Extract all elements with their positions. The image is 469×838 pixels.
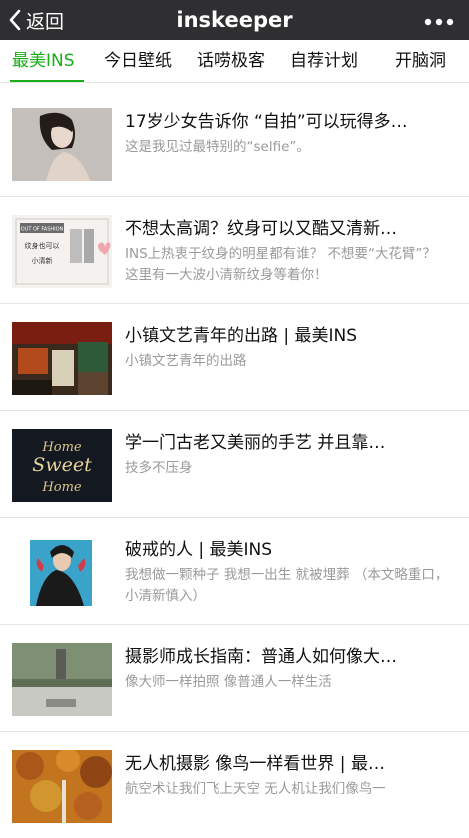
article-desc: 这是我见过最特别的“selfie”。	[125, 139, 310, 155]
article-desc: 像大师一样拍照 像普通人一样生活	[125, 674, 332, 690]
svg-text:Sweet: Sweet	[32, 454, 92, 476]
article-title: 无人机摄影 像鸟一样看世界 | 最…	[125, 754, 385, 774]
back-label: 返回	[26, 10, 65, 33]
tab-zijian-jihua[interactable]: 自荐计划	[290, 40, 358, 82]
article-desc: 我想做一颗种子 我想一出生 就被埋葬 （本文略重口，小清新慎入）	[125, 567, 449, 604]
article-desc: 小镇文艺青年的出路	[125, 353, 247, 369]
svg-text:小清新: 小清新	[32, 256, 53, 265]
article-title: 小镇文艺青年的出路 | 最美INS	[125, 326, 358, 346]
tab-kai-naodong[interactable]: 开脑洞	[395, 40, 446, 82]
back-button[interactable]: 返回	[8, 0, 64, 40]
article-title: 学一门古老又美丽的手艺 并且靠…	[125, 433, 386, 453]
article-desc: 技多不压身	[125, 460, 193, 476]
list-item[interactable]: 小镇文艺青年的出路 | 最美INS 小镇文艺青年的出路	[0, 303, 469, 410]
article-title: 摄影师成长指南：普通人如何像大…	[125, 647, 397, 667]
svg-text:Home: Home	[41, 480, 81, 495]
article-thumbnail: OUT OF FASHION 纹身也可以 小清新	[12, 215, 112, 288]
list-item[interactable]: OUT OF FASHION 纹身也可以 小清新 不想太高调？纹身可以又酷又清新…	[0, 196, 469, 303]
article-thumbnail	[12, 536, 112, 609]
more-dots-icon	[424, 11, 454, 30]
svg-text:OUT OF FASHION: OUT OF FASHION	[21, 227, 64, 233]
article-title: 17岁少女告诉你 “自拍”可以玩得多…	[125, 112, 408, 132]
article-thumbnail	[12, 108, 112, 181]
article-title: 不想太高调？纹身可以又酷又清新…	[125, 219, 397, 239]
active-tab-indicator	[10, 80, 84, 82]
list-item[interactable]: 摄影师成长指南：普通人如何像大… 像大师一样拍照 像普通人一样生活	[0, 624, 469, 731]
list-item[interactable]: 17岁少女告诉你 “自拍”可以玩得多… 这是我见过最特别的“selfie”。	[0, 90, 469, 196]
article-thumbnail	[12, 643, 112, 716]
tab-jinri-bizhi[interactable]: 今日壁纸	[104, 40, 172, 82]
svg-text:纹身也可以: 纹身也可以	[25, 241, 60, 250]
article-thumbnail: Home Sweet Home	[12, 429, 112, 502]
list-item[interactable]: 无人机摄影 像鸟一样看世界 | 最… 航空术让我们飞上天空 无人机让我们像鸟一	[0, 731, 469, 838]
article-desc: INS上热衷于纹身的明星都有谁？ 不想要“大花臂”？ 这里有一大波小清新纹身等着…	[125, 246, 436, 283]
page-title: inskeeper	[176, 8, 293, 32]
article-list: 17岁少女告诉你 “自拍”可以玩得多… 这是我见过最特别的“selfie”。 O…	[0, 90, 469, 838]
more-button[interactable]	[419, 0, 459, 40]
list-item[interactable]: Home Sweet Home 学一门古老又美丽的手艺 并且靠… 技多不压身	[0, 410, 469, 517]
list-item[interactable]: 破戒的人 | 最美INS 我想做一颗种子 我想一出生 就被埋葬 （本文略重口，小…	[0, 517, 469, 624]
tab-zuimei-ins[interactable]: 最美INS	[12, 40, 75, 82]
article-desc: 航空术让我们飞上天空 无人机让我们像鸟一	[125, 781, 386, 797]
tab-hualao-jike[interactable]: 话唠极客	[197, 40, 265, 82]
article-thumbnail	[12, 322, 112, 395]
chevron-left-icon	[8, 9, 22, 31]
article-thumbnail	[12, 750, 112, 823]
category-tabs: 最美INS 今日壁纸 话唠极客 自荐计划 开脑洞	[0, 40, 469, 83]
top-bar: 返回 inskeeper	[0, 0, 469, 40]
svg-text:Home: Home	[41, 440, 81, 455]
article-title: 破戒的人 | 最美INS	[125, 540, 273, 560]
